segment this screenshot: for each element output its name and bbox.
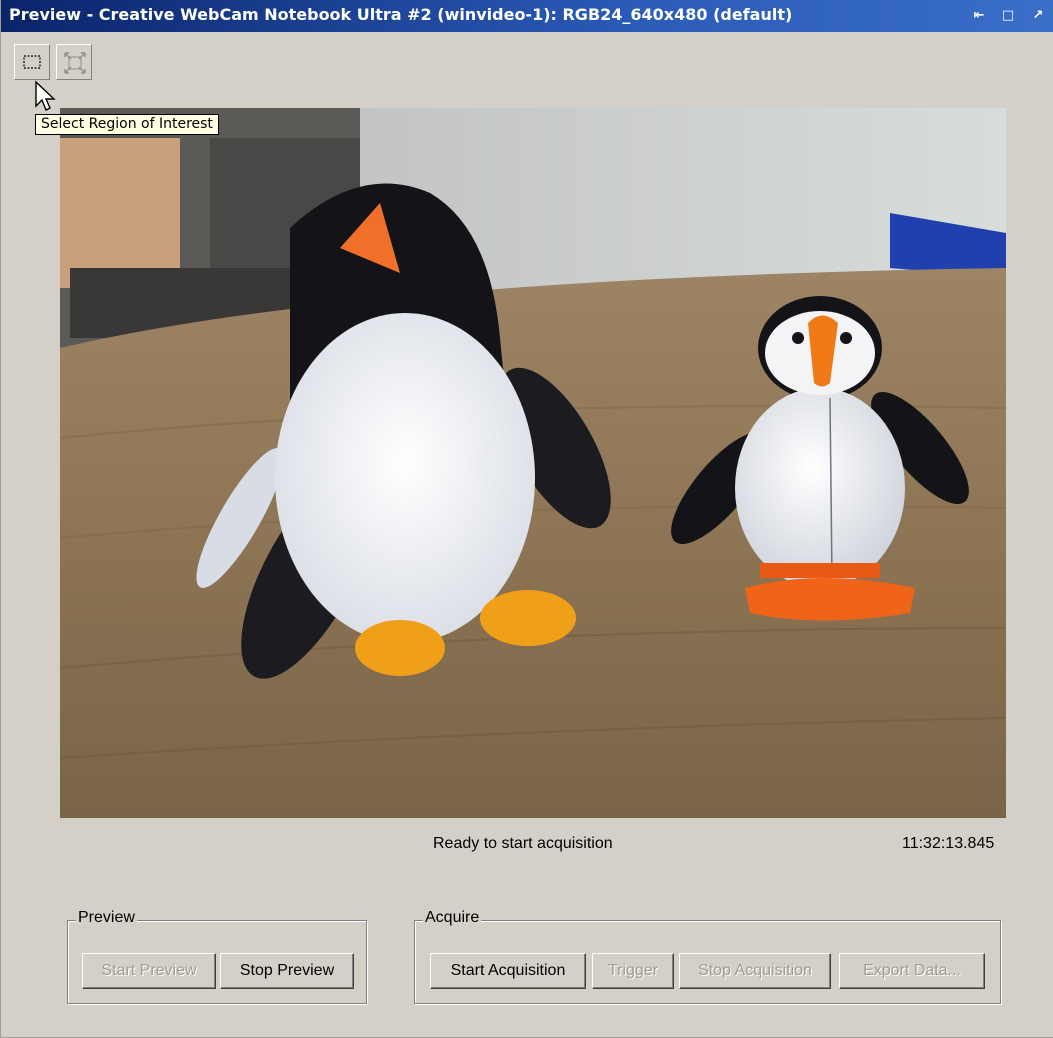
maximize-icon[interactable]: □ (998, 6, 1018, 26)
tooltip: Select Region of Interest (35, 114, 219, 135)
acquire-group-label: Acquire (423, 909, 482, 927)
camera-frame-image (60, 108, 1006, 818)
preview-group: Preview Start Preview Stop Preview (67, 909, 367, 1004)
mouse-cursor-icon (35, 80, 56, 111)
video-preview (60, 108, 1006, 818)
title-bar[interactable]: Preview - Creative WebCam Notebook Ultra… (1, 0, 1053, 32)
pop-out-icon[interactable]: ↗ (1028, 6, 1048, 26)
select-region-button[interactable] (14, 44, 50, 80)
window-title: Preview - Creative WebCam Notebook Ultra… (9, 5, 793, 24)
undock-icon[interactable]: ⇤ (969, 6, 989, 26)
stop-acquisition-button[interactable]: Stop Acquisition (679, 953, 831, 989)
trigger-button[interactable]: Trigger (592, 953, 674, 989)
acquire-group: Acquire Start Acquisition Trigger Stop A… (414, 909, 1001, 1004)
fit-to-window-button[interactable] (56, 44, 92, 80)
timestamp: 11:32:13.845 (902, 835, 995, 852)
start-acquisition-button[interactable]: Start Acquisition (430, 953, 586, 989)
export-data-button[interactable]: Export Data... (839, 953, 985, 989)
select-region-icon (23, 55, 41, 69)
start-preview-button[interactable]: Start Preview (82, 953, 216, 989)
status-message: Ready to start acquisition (433, 835, 613, 852)
stop-preview-button[interactable]: Stop Preview (220, 953, 354, 989)
preview-group-label: Preview (76, 909, 137, 927)
fit-icon (64, 52, 86, 74)
preview-window: Preview - Creative WebCam Notebook Ultra… (0, 0, 1053, 1038)
